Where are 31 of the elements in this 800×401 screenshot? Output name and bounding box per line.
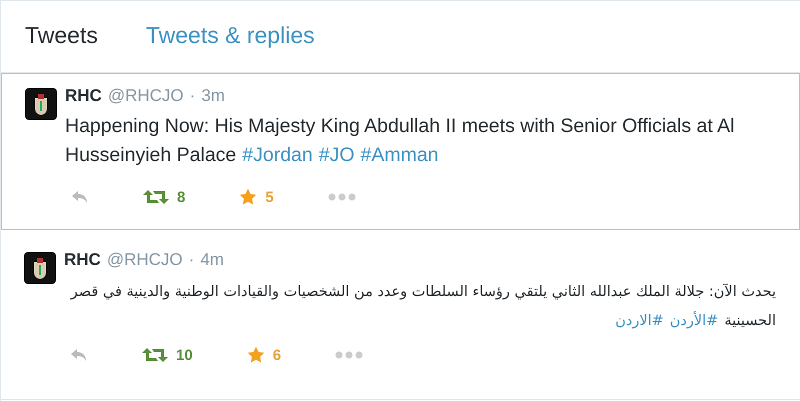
- user-handle[interactable]: @RHCJO: [106, 250, 183, 270]
- separator-dot: ·: [190, 86, 196, 106]
- hashtag-link[interactable]: #Jordan: [242, 144, 313, 166]
- user-name[interactable]: RHC: [64, 250, 101, 270]
- more-icon[interactable]: [328, 193, 356, 201]
- retweet-icon[interactable]: [143, 189, 169, 205]
- hashtag-link[interactable]: #الأردن: [670, 313, 718, 329]
- retweet-count: 10: [176, 346, 193, 364]
- favorite-count: 5: [265, 188, 274, 206]
- star-icon[interactable]: [246, 346, 265, 364]
- tweet-text: Happening Now: His Majesty King Abdullah II meets with Senior Officials at Al Husseinyieh Palace #Jordan #JO #Amman: [65, 114, 736, 168]
- tweet-text: يحدث الآن: جلالة الملك عبدالله الثاني يلتقي رؤساء السلطات وعدد من الشخصيات والقيادات الوطنية والدينية في قصر الحسينية #الأردن #الاردن: [69, 282, 776, 331]
- hashtag-link[interactable]: #الاردن: [615, 313, 664, 329]
- retweet-icon[interactable]: [142, 347, 168, 363]
- star-icon[interactable]: [239, 188, 258, 206]
- separator-dot: ·: [188, 250, 194, 270]
- avatar-icon[interactable]: [24, 252, 56, 284]
- more-icon[interactable]: [335, 351, 364, 359]
- reply-icon[interactable]: [70, 348, 88, 362]
- avatar-icon[interactable]: [25, 88, 57, 120]
- tab[interactable]: Tweets & replies: [146, 21, 315, 72]
- hashtag-link[interactable]: #JO: [318, 144, 354, 166]
- tweet-time[interactable]: 3m: [201, 86, 225, 106]
- user-name[interactable]: RHC: [65, 86, 102, 106]
- favorite-count: 6: [272, 346, 282, 364]
- user-handle[interactable]: @RHCJO: [108, 86, 184, 106]
- tab[interactable]: Tweets: [25, 21, 98, 72]
- retweet-count: 8: [177, 188, 186, 206]
- tweet-time[interactable]: 4m: [200, 250, 224, 270]
- hashtag-link[interactable]: #Amman: [360, 144, 439, 166]
- reply-icon[interactable]: [71, 190, 89, 204]
